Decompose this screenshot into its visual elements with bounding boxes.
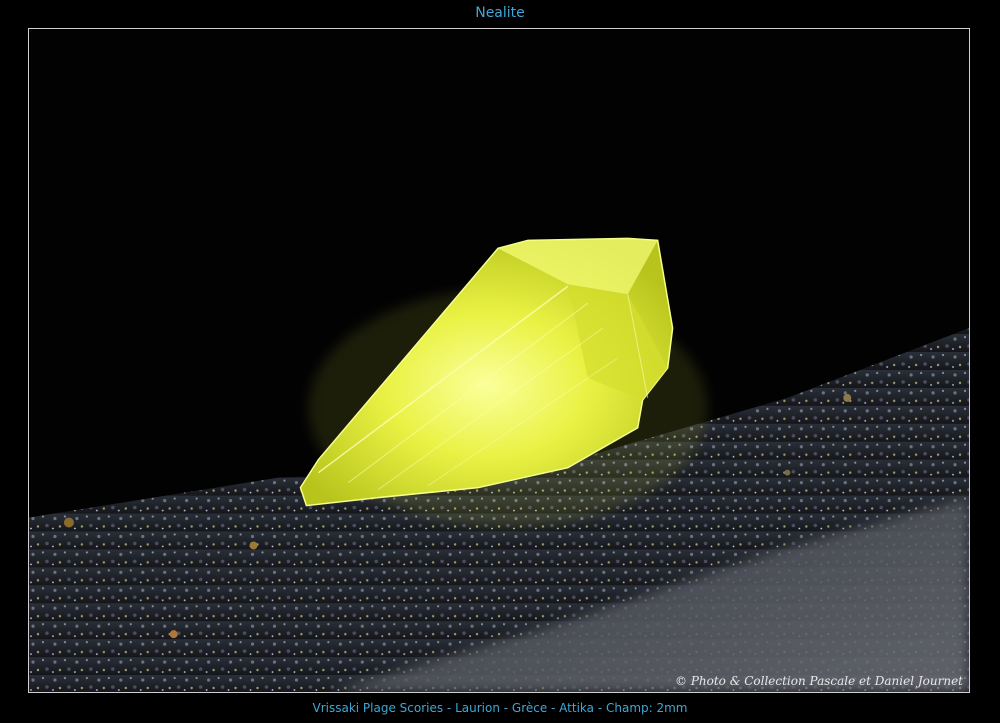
grain (843, 393, 852, 402)
photo-credit-watermark: © Photo & Collection Pascale et Daniel J… (675, 674, 963, 688)
mineral-photo: © Photo & Collection Pascale et Daniel J… (28, 28, 970, 693)
locality-caption: Vrissaki Plage Scories - Laurion - Grèce… (312, 701, 688, 715)
grain (63, 517, 74, 528)
page: Nealite © Photo & Collection Pascale et … (0, 0, 1000, 723)
grain (169, 630, 178, 639)
mineral-photo-drawing (29, 29, 969, 692)
page-title: Nealite (475, 5, 525, 21)
grain (784, 469, 791, 476)
grain (249, 541, 258, 550)
